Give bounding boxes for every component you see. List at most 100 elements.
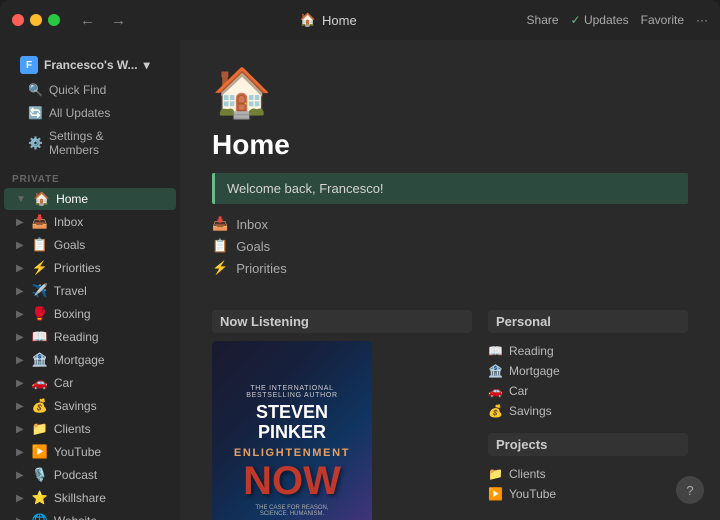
sidebar-label-mortgage: Mortgage <box>54 353 105 367</box>
back-button[interactable]: ← <box>76 10 99 31</box>
reading-icon: 📖 <box>32 329 48 345</box>
link-inbox[interactable]: 📥 Inbox <box>212 214 688 234</box>
clients-label: Clients <box>509 467 546 481</box>
clients-icon: 📁 <box>32 421 48 437</box>
clients-arrow: ▶ <box>16 424 24 435</box>
workspace-name: Francesco's W... <box>44 58 138 72</box>
priorities-icon: ⚡ <box>32 260 48 276</box>
close-button[interactable] <box>12 14 24 26</box>
col-left: Now Listening THE INTERNATIONAL BESTSELL… <box>212 310 472 520</box>
car-label: Car <box>509 384 528 398</box>
podcast-arrow: ▶ <box>16 470 24 481</box>
sidebar-item-skillshare[interactable]: ▶ ⭐ Skillshare <box>4 487 176 509</box>
sidebar-item-travel[interactable]: ▶ ✈️ Travel <box>4 280 176 302</box>
page-title: Home <box>212 129 688 161</box>
page-header: 🏠 Home Welcome back, Francesco! 📥 Inbox … <box>180 40 720 310</box>
reading-label: Reading <box>509 344 554 358</box>
sidebar-item-inbox[interactable]: ▶ 📥 Inbox <box>4 211 176 233</box>
project-youtube[interactable]: ▶️ YouTube <box>488 484 688 504</box>
sidebar-item-mortgage[interactable]: ▶ 🏦 Mortgage <box>4 349 176 371</box>
priorities-arrow: ▶ <box>16 263 24 274</box>
travel-arrow: ▶ <box>16 286 24 297</box>
mortgage-icon-r: 🏦 <box>488 364 503 378</box>
updates-icon: 🔄 <box>28 106 43 120</box>
personal-car[interactable]: 🚗 Car <box>488 381 688 401</box>
all-updates[interactable]: 🔄 All Updates <box>16 102 164 124</box>
sidebar-item-savings[interactable]: ▶ 💰 Savings <box>4 395 176 417</box>
page-emoji: 🏠 <box>212 64 688 121</box>
savings-icon-r: 💰 <box>488 404 503 418</box>
book-author: STEVENPINKER <box>224 403 360 443</box>
sidebar-label-podcast: Podcast <box>54 468 97 482</box>
reading-icon: 📖 <box>488 344 503 358</box>
settings-label: Settings & Members <box>49 129 152 157</box>
sidebar-label-website: Website <box>54 514 97 520</box>
workspace-chevron: ▾ <box>144 58 150 72</box>
skillshare-icon: ⭐ <box>32 490 48 506</box>
more-button[interactable]: ··· <box>696 13 708 27</box>
sidebar-item-youtube[interactable]: ▶ ▶️ YouTube <box>4 441 176 463</box>
sidebar-item-car[interactable]: ▶ 🚗 Car <box>4 372 176 394</box>
sidebar-item-podcast[interactable]: ▶ 🎙️ Podcast <box>4 464 176 486</box>
personal-reading[interactable]: 📖 Reading <box>488 341 688 361</box>
sidebar-label-home: Home <box>56 192 88 206</box>
sidebar-label-clients: Clients <box>54 422 91 436</box>
book-cover: THE INTERNATIONAL BESTSELLING AUTHOR STE… <box>212 341 372 520</box>
goals-icon: 📋 <box>32 237 48 253</box>
sidebar-label-youtube: YouTube <box>54 445 101 459</box>
help-button[interactable]: ? <box>676 476 704 504</box>
inbox-link-icon: 📥 <box>212 216 228 232</box>
book-subtitle-top: ENLIGHTENMENT <box>224 447 360 459</box>
priorities-link-label: Priorities <box>236 261 287 276</box>
youtube-label: YouTube <box>509 487 556 501</box>
project-clients[interactable]: 📁 Clients <box>488 464 688 484</box>
sidebar-item-priorities[interactable]: ▶ ⚡ Priorities <box>4 257 176 279</box>
link-goals[interactable]: 📋 Goals <box>212 236 688 256</box>
link-priorities[interactable]: ⚡ Priorities <box>212 258 688 278</box>
goals-link-label: Goals <box>236 239 270 254</box>
priorities-link-icon: ⚡ <box>212 260 228 276</box>
reading-arrow: ▶ <box>16 332 24 343</box>
minimize-button[interactable] <box>30 14 42 26</box>
inbox-icon: 📥 <box>32 214 48 230</box>
mortgage-arrow: ▶ <box>16 355 24 366</box>
main-content: 🏠 Home Welcome back, Francesco! 📥 Inbox … <box>180 40 720 520</box>
boxing-icon: 🥊 <box>32 306 48 322</box>
sidebar-item-goals[interactable]: ▶ 📋 Goals <box>4 234 176 256</box>
personal-mortgage[interactable]: 🏦 Mortgage <box>488 361 688 381</box>
goals-link-icon: 📋 <box>212 238 228 254</box>
sidebar-item-reading[interactable]: ▶ 📖 Reading <box>4 326 176 348</box>
mortgage-label: Mortgage <box>509 364 560 378</box>
settings-members[interactable]: ⚙️ Settings & Members <box>16 125 164 161</box>
sidebar-item-home[interactable]: ▼ 🏠 Home <box>4 188 176 210</box>
updates-button[interactable]: ✓ Updates <box>571 13 629 27</box>
quick-find[interactable]: 🔍 Quick Find <box>16 79 164 101</box>
sidebar-label-goals: Goals <box>54 238 85 252</box>
sidebar-label-car: Car <box>54 376 73 390</box>
book-cover-text: THE INTERNATIONAL BESTSELLING AUTHOR STE… <box>224 385 360 517</box>
fullscreen-button[interactable] <box>48 14 60 26</box>
search-icon: 🔍 <box>28 83 43 97</box>
traffic-lights <box>12 14 60 26</box>
website-icon: 🌐 <box>32 513 48 520</box>
sidebar-item-clients[interactable]: ▶ 📁 Clients <box>4 418 176 440</box>
book-byline: THE INTERNATIONAL BESTSELLING AUTHOR <box>224 385 360 399</box>
two-column-layout: Now Listening THE INTERNATIONAL BESTSELL… <box>180 310 720 520</box>
settings-icon: ⚙️ <box>28 136 43 150</box>
titlebar-page-title: Home <box>322 13 357 28</box>
forward-button[interactable]: → <box>107 10 130 31</box>
sidebar-item-website[interactable]: ▶ 🌐 Website <box>4 510 176 520</box>
personal-savings[interactable]: 💰 Savings <box>488 401 688 421</box>
book-now: NOW <box>224 461 360 501</box>
travel-icon: ✈️ <box>32 283 48 299</box>
quick-find-label: Quick Find <box>49 83 106 97</box>
sidebar-label-priorities: Priorities <box>54 261 101 275</box>
now-listening-heading: Now Listening <box>212 310 472 333</box>
sidebar-user[interactable]: F Francesco's W... ▾ <box>12 52 168 78</box>
website-arrow: ▶ <box>16 516 24 520</box>
share-button[interactable]: Share <box>527 13 559 27</box>
quick-links: 📥 Inbox 📋 Goals ⚡ Priorities <box>212 214 688 278</box>
sidebar-workspace: F Francesco's W... ▾ 🔍 Quick Find 🔄 All … <box>0 48 180 166</box>
favorite-button[interactable]: Favorite <box>641 13 684 27</box>
sidebar-item-boxing[interactable]: ▶ 🥊 Boxing <box>4 303 176 325</box>
